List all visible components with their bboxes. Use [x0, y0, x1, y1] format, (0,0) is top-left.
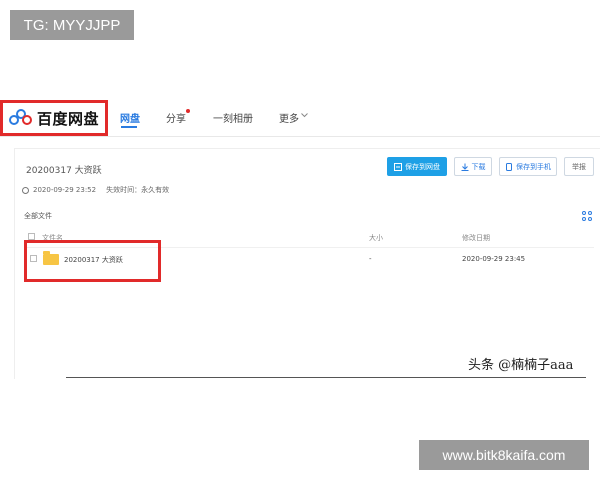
- header-size[interactable]: 大小: [369, 233, 383, 243]
- author-watermark: 头条 @楠楠子aaa: [468, 358, 574, 373]
- brand[interactable]: 百度网盘: [0, 100, 108, 136]
- save-label: 保存到网盘: [405, 162, 440, 171]
- share-time: 2020-09-29 23:52: [33, 186, 97, 194]
- chevron-down-icon: [301, 113, 308, 118]
- share-meta: 2020-09-29 23:52 失效时间：永久有效: [22, 185, 169, 195]
- nav-item-share[interactable]: 分享: [166, 110, 186, 125]
- share-title: 20200317 大资跃: [26, 166, 102, 176]
- select-all-checkbox[interactable]: [28, 233, 35, 240]
- download-button[interactable]: 下载: [454, 157, 492, 176]
- download-label: 下载: [471, 162, 486, 171]
- nav-item-album[interactable]: 一刻相册: [213, 110, 253, 125]
- clock-icon: [22, 186, 29, 194]
- share-expiry: 失效时间：永久有效: [106, 186, 170, 194]
- watermark-top: TG: MYYJJPP: [10, 10, 134, 40]
- save-to-netdisk-button[interactable]: 保存到网盘: [387, 157, 447, 176]
- download-icon: [461, 163, 468, 171]
- breadcrumb[interactable]: 全部文件: [24, 211, 52, 221]
- save-phone-label: 保存到手机: [516, 162, 551, 171]
- bottom-divider: [66, 377, 586, 378]
- nav-divider: [0, 136, 600, 137]
- save-to-phone-button[interactable]: 保存到手机: [499, 157, 557, 176]
- nav-item-netdisk[interactable]: 网盘: [120, 110, 140, 125]
- baidu-logo-icon: [9, 109, 33, 127]
- notification-dot: [186, 109, 190, 113]
- top-nav: 百度网盘 网盘 分享 一刻相册 更多: [0, 100, 600, 136]
- phone-icon: [506, 162, 512, 171]
- file-date: 2020-09-29 23:45: [462, 255, 526, 263]
- file-size: -: [369, 255, 372, 263]
- nav-item-more[interactable]: 更多: [279, 110, 299, 125]
- nav-active-indicator: [121, 126, 137, 128]
- save-icon: [394, 162, 402, 171]
- report-button[interactable]: 举报: [564, 157, 594, 176]
- file-row-highlight-box: [24, 240, 161, 282]
- report-label: 举报: [572, 162, 586, 171]
- brand-name: 百度网盘: [37, 110, 100, 128]
- grid-view-icon[interactable]: [582, 211, 592, 221]
- header-date[interactable]: 修改日期: [462, 233, 490, 243]
- watermark-bottom: www.bitk8kaifa.com: [419, 440, 589, 470]
